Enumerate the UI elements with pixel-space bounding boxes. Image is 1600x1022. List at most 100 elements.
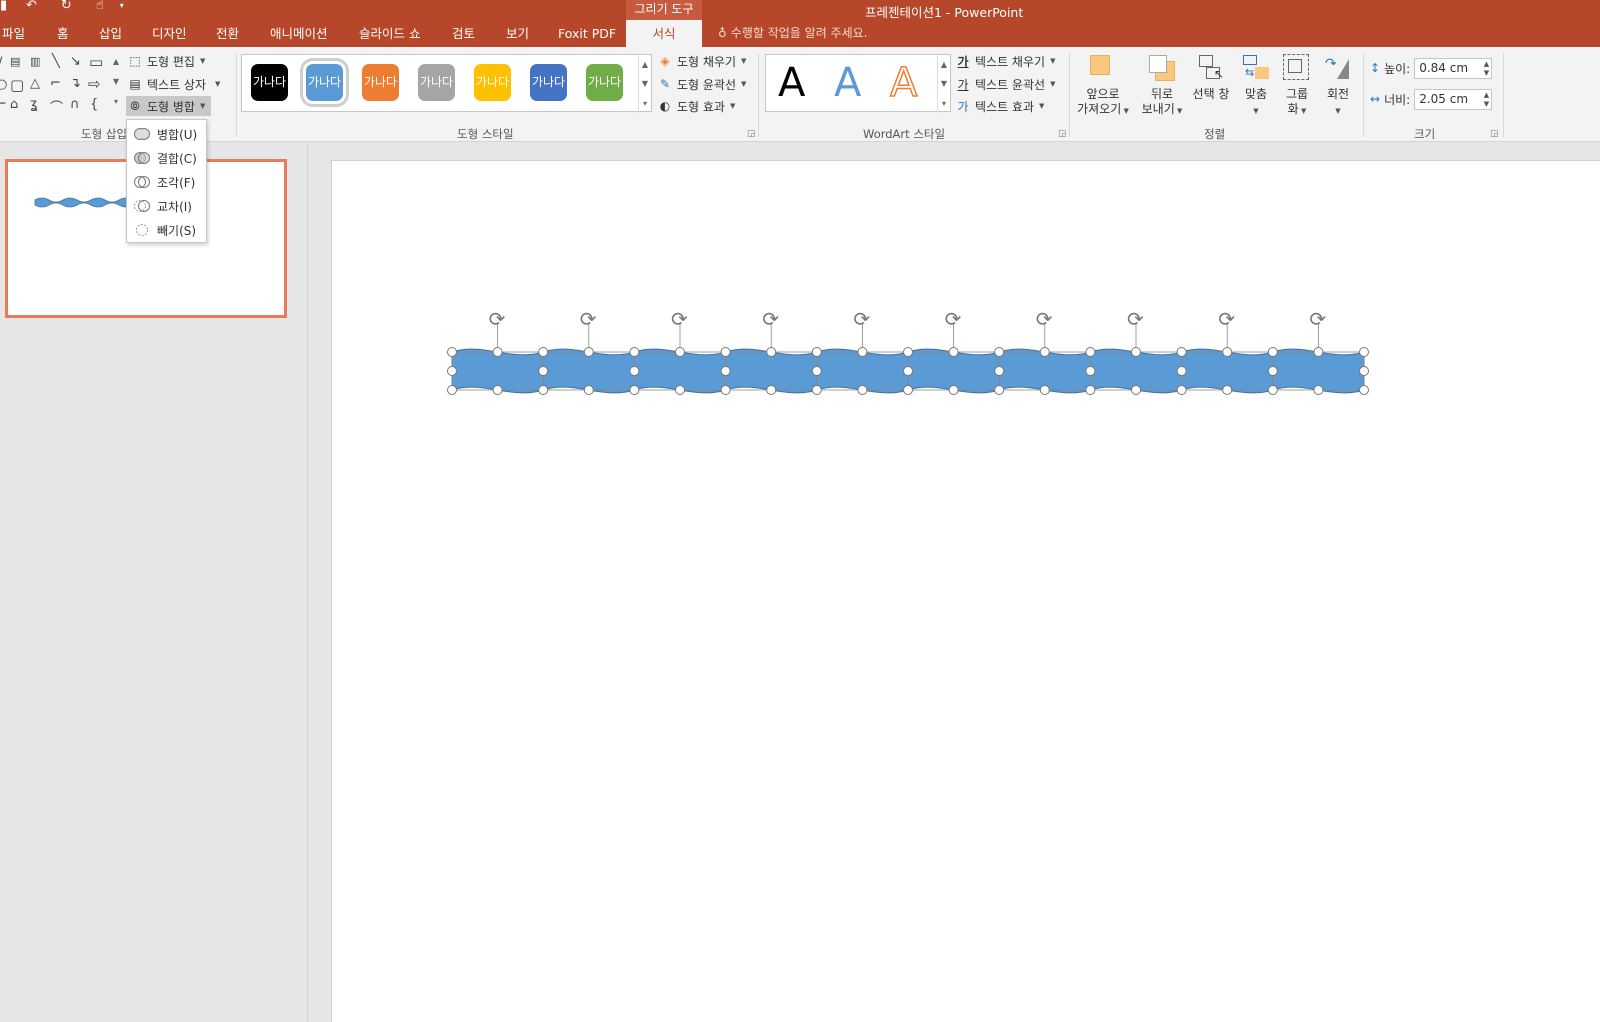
rotation-handle-icon[interactable]: ⟳ (1036, 307, 1053, 331)
height-spinner[interactable]: ▲ ▼ (1484, 60, 1489, 78)
rotate-button[interactable]: ↷ 회전 ▼ (1318, 53, 1358, 119)
resize-handle[interactable] (629, 347, 640, 357)
resize-handle[interactable] (492, 385, 503, 395)
undo-icon[interactable]: ↶ (26, 0, 37, 12)
resize-handle[interactable] (994, 385, 1005, 395)
shape-effects-button[interactable]: ◐ 도형 효과 ▼ (658, 96, 736, 116)
send-backward-button[interactable]: 뒤로 보내기 ▼ (1138, 53, 1186, 119)
resize-handle[interactable] (675, 347, 685, 357)
rotation-handle-icon[interactable]: ⟳ (489, 307, 506, 331)
wordart-sample-black[interactable]: A (778, 61, 805, 105)
resize-handle[interactable] (948, 385, 959, 395)
shape-line-icon[interactable]: ∕ (0, 55, 2, 70)
align-button[interactable]: ⇆ 맞춤 ▼ (1238, 53, 1274, 119)
shape-styles-launcher-icon[interactable]: ◲ (747, 129, 756, 139)
wordart-launcher-icon[interactable]: ◲ (1058, 129, 1067, 139)
shape-rectangle-icon[interactable]: ▭ (89, 53, 103, 71)
resize-handle[interactable] (492, 347, 503, 357)
resize-handle[interactable] (1085, 366, 1096, 376)
resize-handle[interactable] (994, 366, 1005, 376)
touch-mode-icon[interactable]: ☝ (96, 0, 104, 12)
rotation-handle-icon[interactable]: ⟳ (853, 307, 870, 331)
merge-shapes-button[interactable]: ⦾ 도형 병합 ▼ (126, 96, 212, 116)
rotation-handle-icon[interactable]: ⟳ (580, 307, 597, 331)
resize-handle[interactable] (629, 385, 640, 395)
resize-handle[interactable] (766, 385, 777, 395)
shape-style-swatch-selected[interactable]: 가나다 (300, 58, 349, 107)
resize-handle[interactable] (1176, 366, 1187, 376)
gallery-up-icon[interactable]: ▲ (642, 60, 648, 69)
gallery-more-icon[interactable]: ▾ (942, 99, 946, 108)
tab-review[interactable]: 검토 (450, 20, 477, 47)
tell-me-search[interactable]: ♁ 수행할 작업을 알려 주세요. (718, 20, 868, 47)
shape-vertical-textbox-icon[interactable]: ▥ (30, 55, 40, 68)
shape-scribble-icon[interactable]: ʓ (30, 97, 38, 112)
resize-handle[interactable] (1359, 347, 1369, 357)
width-input[interactable]: 2.05 cm ▲ ▼ (1414, 88, 1493, 110)
resize-handle[interactable] (811, 347, 822, 357)
resize-handle[interactable] (857, 385, 868, 395)
text-box-button[interactable]: ▤ 텍스트 상자 ▼ (128, 74, 220, 94)
menu-item-union[interactable]: 병합(U) (127, 122, 206, 146)
shape-style-swatch[interactable]: 가나다 (474, 64, 511, 101)
wordart-sample-blue[interactable]: A (834, 61, 861, 105)
resize-handle[interactable] (1085, 347, 1096, 357)
shape-line-diagonal-icon[interactable]: ╲ (52, 54, 60, 69)
menu-item-combine[interactable]: 결합(C) (127, 146, 206, 170)
resize-handle[interactable] (538, 366, 549, 376)
resize-handle[interactable] (1085, 385, 1096, 395)
tab-insert[interactable]: 삽입 (97, 20, 124, 47)
shape-rounded-rect-icon[interactable]: ▢ (10, 76, 24, 94)
shapes-gallery-down-icon[interactable]: ▼ (110, 77, 122, 86)
shape-arc-icon[interactable]: ⌒ (50, 97, 63, 116)
resize-handle[interactable] (1313, 347, 1324, 357)
shape-elbow-arrow-icon[interactable]: ↴ (70, 76, 81, 91)
shapes-gallery-more-icon[interactable]: ▾ (110, 97, 122, 106)
resize-handle[interactable] (1359, 366, 1369, 376)
gallery-down-icon[interactable]: ▼ (941, 79, 947, 88)
resize-handle[interactable] (1222, 385, 1233, 395)
customize-qat-icon[interactable]: ▾ (120, 0, 124, 12)
bring-forward-button[interactable]: 앞으로 가져오기 ▼ (1074, 53, 1132, 119)
shape-style-swatch[interactable]: 가나다 (251, 64, 288, 101)
resize-handle[interactable] (994, 347, 1005, 357)
shapes-gallery[interactable]: ∕ ▤ ▥ ╲ ↘ ▭ ○ ▢ △ ⌐ ↴ ⇨ ⌐ ⌂ ʓ ⌒ ∩ { ▲ ▼ … (0, 53, 122, 116)
resize-handle[interactable] (583, 385, 594, 395)
rotation-handle-icon[interactable]: ⟳ (1309, 307, 1326, 331)
tab-transitions[interactable]: 전환 (214, 20, 241, 47)
shape-curve-icon[interactable]: ∩ (70, 97, 80, 112)
resize-handle[interactable] (948, 347, 959, 357)
save-icon[interactable]: ▮ (0, 0, 7, 12)
selected-wave-shape[interactable]: ⟳ ⟳ ⟳ ⟳ ⟳ ⟳ ⟳ ⟳ ⟳ ⟳ (332, 161, 1600, 1022)
text-fill-button[interactable]: 가 텍스트 채우기 ▼ (956, 51, 1055, 71)
resize-handle[interactable] (1131, 347, 1141, 357)
shape-freeform-closed-icon[interactable]: ⌂ (10, 97, 18, 112)
slide-canvas[interactable]: ⟳ ⟳ ⟳ ⟳ ⟳ ⟳ ⟳ ⟳ ⟳ ⟳ (331, 160, 1600, 1022)
tab-format[interactable]: 서식 (626, 20, 702, 47)
resize-handle[interactable] (447, 385, 457, 395)
group-button[interactable]: 그룹 화 ▼ (1279, 53, 1315, 119)
edit-shape-button[interactable]: ⬚ 도형 편집 ▼ (128, 51, 205, 71)
menu-item-subtract[interactable]: 빼기(S) (127, 218, 206, 242)
shape-fill-button[interactable]: ◈ 도형 채우기 ▼ (658, 51, 746, 71)
resize-handle[interactable] (629, 366, 640, 376)
tab-design[interactable]: 디자인 (150, 20, 189, 47)
tab-home[interactable]: 홈 (55, 20, 71, 47)
text-outline-button[interactable]: 가 텍스트 윤곽선 ▼ (956, 74, 1055, 94)
shapes-gallery-up-icon[interactable]: ▲ (110, 57, 122, 66)
resize-handle[interactable] (1176, 385, 1187, 395)
gallery-down-icon[interactable]: ▼ (642, 79, 648, 88)
tab-foxit-pdf[interactable]: Foxit PDF (556, 20, 618, 47)
shape-outline-button[interactable]: ✎ 도형 윤곽선 ▼ (658, 74, 746, 94)
resize-handle[interactable] (1359, 385, 1369, 395)
shape-style-swatch[interactable]: 가나다 (418, 64, 455, 101)
menu-item-intersect[interactable]: 교차(I) (127, 194, 206, 218)
resize-handle[interactable] (720, 385, 731, 395)
resize-handle[interactable] (720, 347, 731, 357)
shape-style-swatch[interactable]: 가나다 (362, 64, 399, 101)
gallery-up-icon[interactable]: ▲ (941, 60, 947, 69)
selection-pane-button[interactable]: ↖ 선택 창 (1187, 53, 1235, 102)
shape-textbox-icon[interactable]: ▤ (10, 55, 20, 68)
resize-handle[interactable] (447, 347, 457, 357)
rotation-handle-icon[interactable]: ⟳ (671, 307, 688, 331)
